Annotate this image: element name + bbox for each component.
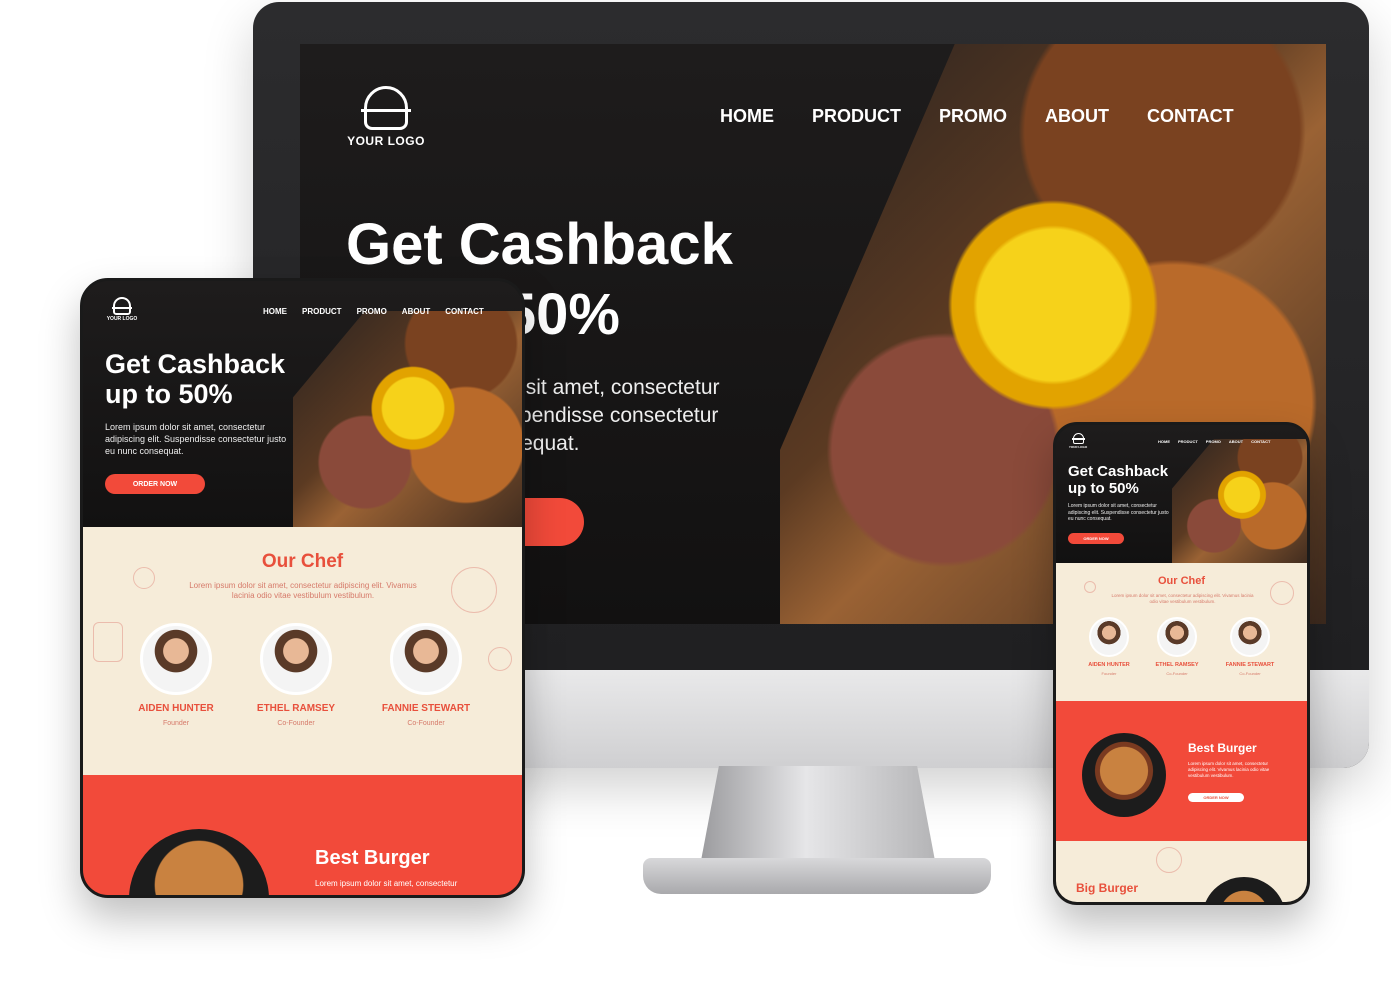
monitor-stand-neck [700, 766, 936, 866]
chef-avatar [140, 623, 212, 695]
tablet-our-chef-title: Our Chef [261, 551, 344, 572]
phone-best-burger-order-button[interactable]: ORDER NOW [1188, 793, 1244, 802]
chef-card[interactable]: ETHEL RAMSEY Co-Founder [236, 623, 356, 727]
nav-product[interactable]: PRODUCT [1178, 439, 1198, 444]
monitor-stand-base [643, 858, 991, 894]
nav-about[interactable]: ABOUT [402, 307, 430, 316]
big-burger-image [1202, 877, 1286, 902]
chef-role: Co-Founder [1166, 671, 1188, 676]
tablet-best-burger-section: Best Burger Lorem ipsum dolor sit amet, … [83, 775, 522, 895]
tablet-best-burger-description: Lorem ipsum dolor sit amet, consectetur [315, 879, 458, 888]
tablet-nav: HOME PRODUCT PROMO ABOUT CONTACT [263, 307, 484, 316]
phone-hero: YOUR LOGO HOME PRODUCT PROMO ABOUT CONTA… [1056, 425, 1307, 563]
phone-our-chef-title: Our Chef [1157, 575, 1206, 587]
tablet-order-now-button[interactable]: ORDER NOW [105, 474, 205, 494]
phone-best-burger-section: Best Burger Lorem ipsum dolor sit amet, … [1056, 701, 1307, 841]
phone-best-burger-description: Lorem ipsum dolor sit amet, consectetur … [1188, 761, 1270, 778]
logo-text: YOUR LOGO [106, 316, 138, 322]
chef-avatar [1157, 617, 1197, 657]
tablet-best-burger-title: Best Burger [315, 847, 430, 869]
chef-role: Founder [1101, 671, 1117, 676]
chef-name: AIDEN HUNTER [1088, 662, 1130, 668]
nav-contact[interactable]: CONTACT [1147, 106, 1234, 127]
logo-text: YOUR LOGO [1068, 445, 1088, 449]
chef-name: ETHEL RAMSEY [256, 703, 336, 714]
phone-best-burger-title: Best Burger [1188, 741, 1257, 755]
nav-contact[interactable]: CONTACT [1251, 439, 1270, 444]
nav-product[interactable]: PRODUCT [812, 106, 901, 127]
nav-contact[interactable]: CONTACT [445, 307, 484, 316]
chef-name: FANNIE STEWART [1225, 662, 1275, 668]
phone-our-chef-description: Lorem ipsum dolor sit amet, consectetur … [1111, 593, 1254, 604]
chef-role: Co-Founder [1239, 671, 1261, 676]
best-burger-image [1082, 733, 1166, 817]
chef-card[interactable]: FANNIE STEWART Co-Founder [366, 623, 486, 727]
burger-doodle-icon [451, 567, 497, 613]
phone-nav: HOME PRODUCT PROMO ABOUT CONTACT [1158, 439, 1270, 444]
nav-product[interactable]: PRODUCT [302, 307, 342, 316]
phone-hero-title: Get Cashback up to 50% [1068, 463, 1169, 497]
tablet-our-chef-description: Lorem ipsum dolor sit amet, consectetur … [189, 581, 417, 600]
burger-logo-icon [1071, 433, 1085, 444]
tablet-hero-burger-image [293, 311, 522, 527]
burger-logo-icon [112, 297, 132, 315]
chef-card[interactable]: AIDEN HUNTER Founder [1074, 617, 1144, 676]
chef-role: Co-Founder [277, 720, 315, 727]
burger-logo-icon [361, 86, 411, 130]
nav-home[interactable]: HOME [263, 307, 287, 316]
tablet-hero-description: Lorem ipsum dolor sit amet, consectetur … [105, 422, 287, 456]
desktop-logo[interactable]: YOUR LOGO [346, 86, 426, 148]
nav-about[interactable]: ABOUT [1045, 106, 1109, 127]
phone-our-chef-section: Our Chef Lorem ipsum dolor sit amet, con… [1056, 563, 1307, 701]
best-burger-image [129, 829, 269, 895]
chef-name: ETHEL RAMSEY [1155, 662, 1199, 668]
chef-avatar [390, 623, 462, 695]
logo-text: YOUR LOGO [347, 134, 425, 148]
phone-big-burger-section: Big Burger [1056, 841, 1307, 902]
chef-name: FANNIE STEWART [381, 703, 471, 714]
chef-card[interactable]: AIDEN HUNTER Founder [116, 623, 236, 727]
phone-hero-description: Lorem ipsum dolor sit amet, consectetur … [1068, 503, 1169, 522]
phone-logo[interactable]: YOUR LOGO [1068, 433, 1088, 449]
nav-home[interactable]: HOME [720, 106, 774, 127]
phone-order-now-button[interactable]: ORDER NOW [1068, 533, 1124, 544]
burger-doodle-icon [1156, 847, 1182, 873]
phone-hero-burger-image [1172, 439, 1307, 563]
chef-name: AIDEN HUNTER [138, 703, 214, 714]
pepper-doodle-icon [488, 647, 512, 671]
chef-role: Founder [162, 720, 190, 727]
nav-about[interactable]: ABOUT [1229, 439, 1243, 444]
tablet-device: YOUR LOGO HOME PRODUCT PROMO ABOUT CONTA… [80, 278, 525, 898]
nav-promo[interactable]: PROMO [939, 106, 1007, 127]
chef-card[interactable]: ETHEL RAMSEY Co-Founder [1142, 617, 1212, 676]
tablet-hero-title: Get Cashback up to 50% [105, 349, 286, 409]
nav-promo[interactable]: PROMO [1206, 439, 1221, 444]
phone-big-burger-title: Big Burger [1076, 881, 1139, 895]
chef-avatar [260, 623, 332, 695]
chef-role: Co-Founder [407, 720, 445, 727]
tablet-our-chef-section: Our Chef Lorem ipsum dolor sit amet, con… [83, 527, 522, 775]
tablet-logo[interactable]: YOUR LOGO [105, 297, 139, 322]
nav-home[interactable]: HOME [1158, 439, 1170, 444]
phone-device: YOUR LOGO HOME PRODUCT PROMO ABOUT CONTA… [1053, 422, 1310, 905]
chef-card[interactable]: FANNIE STEWART Co-Founder [1215, 617, 1285, 676]
chef-avatar [1230, 617, 1270, 657]
desktop-nav: HOME PRODUCT PROMO ABOUT CONTACT [720, 106, 1234, 127]
nav-promo[interactable]: PROMO [357, 307, 387, 316]
chef-avatar [1089, 617, 1129, 657]
tablet-hero: YOUR LOGO HOME PRODUCT PROMO ABOUT CONTA… [83, 281, 522, 527]
